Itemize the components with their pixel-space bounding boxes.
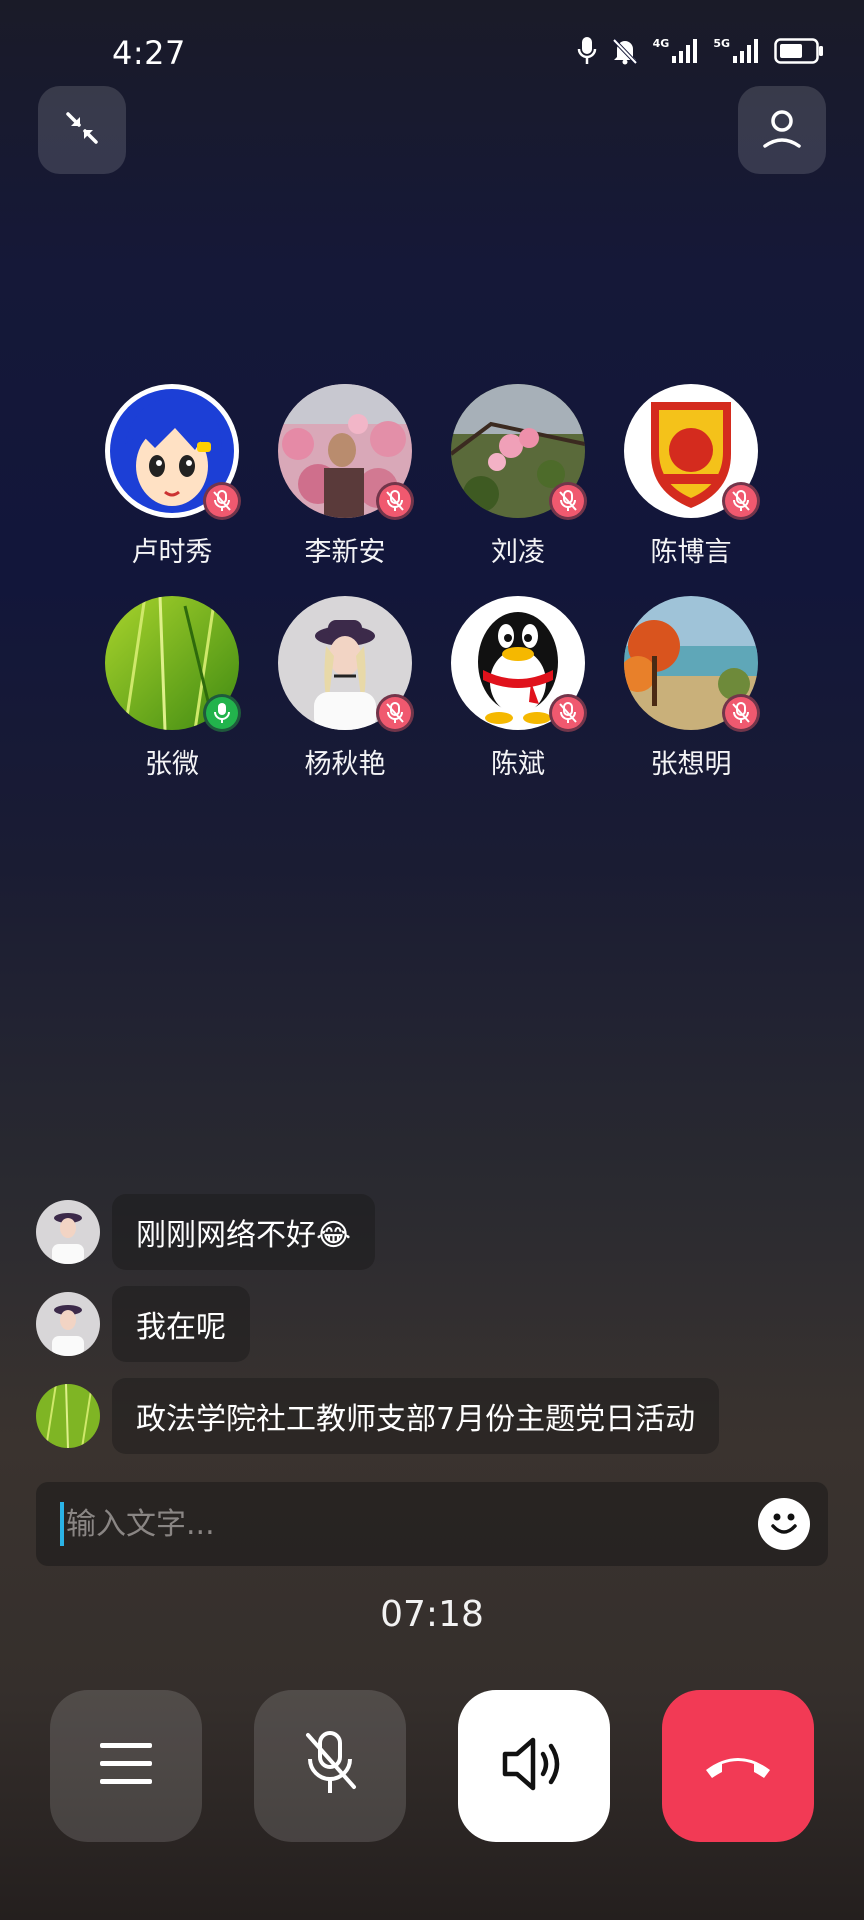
speaker-button[interactable] [458, 1690, 610, 1842]
signal-4g-icon: 4G [653, 38, 700, 64]
mic-active-badge [203, 694, 241, 732]
minimize-button[interactable] [38, 86, 126, 174]
menu-icon [96, 1739, 156, 1793]
chat-message: 我在呢 [36, 1286, 836, 1362]
participant-name: 张想明 [650, 749, 732, 780]
participant[interactable]: 陈博言 [623, 384, 760, 570]
status-time: 4:27 [112, 34, 186, 72]
chat-message: 政法学院社工教师支部7月份主题党日活动 [36, 1378, 836, 1454]
participant-grid: 卢时秀 李新安 刘凌 陈博言 张微 杨秋艳 陈斌 张想明 [104, 384, 766, 782]
chat-message: 刚刚网络不好😂 [36, 1194, 836, 1270]
avatar[interactable] [36, 1384, 100, 1448]
participant[interactable]: 李新安 [277, 384, 414, 570]
mic-muted-badge [722, 694, 760, 732]
chat-bubble: 刚刚网络不好😂 [112, 1194, 376, 1270]
message-input[interactable] [66, 1506, 706, 1542]
chat-messages: 刚刚网络不好😂 我在呢 政法学院社工教师支部7月份主题党日活动 [36, 1194, 836, 1470]
chat-bubble: 政法学院社工教师支部7月份主题党日活动 [112, 1378, 720, 1454]
mic-off-icon [300, 1729, 360, 1803]
signal-5g-icon: 5G [713, 38, 760, 64]
text-caret [60, 1502, 64, 1546]
participant[interactable]: 杨秋艳 [277, 596, 414, 782]
participant-name: 陈斌 [491, 749, 545, 780]
bell-off-icon [611, 37, 639, 65]
smiley-icon [758, 1496, 810, 1552]
participant-name: 卢时秀 [131, 537, 213, 568]
status-bar: 4:27 4G 5G [0, 0, 864, 105]
mic-muted-badge [549, 482, 587, 520]
participant[interactable]: 刘凌 [450, 384, 587, 570]
participant[interactable]: 卢时秀 [104, 384, 241, 570]
participant[interactable]: 张微 [104, 596, 241, 782]
battery-icon [774, 38, 824, 64]
participant-name: 张微 [145, 749, 199, 780]
chat-bubble: 我在呢 [112, 1286, 250, 1362]
speaker-icon [499, 1734, 569, 1798]
hang-up-icon [698, 1744, 778, 1788]
call-timer: 07:18 [380, 1594, 484, 1635]
call-controls [50, 1690, 814, 1842]
participant-name: 李新安 [304, 537, 386, 568]
participant[interactable]: 张想明 [623, 596, 760, 782]
avatar[interactable] [36, 1292, 100, 1356]
mic-muted-badge [376, 694, 414, 732]
mic-muted-badge [549, 694, 587, 732]
participant[interactable]: 陈斌 [450, 596, 587, 782]
menu-button[interactable] [50, 1690, 202, 1842]
emoji-button[interactable] [758, 1498, 810, 1550]
message-input-bar [36, 1482, 828, 1566]
avatar[interactable] [36, 1200, 100, 1264]
participant-name: 刘凌 [491, 537, 545, 568]
mute-button[interactable] [254, 1690, 406, 1842]
person-icon [760, 106, 804, 154]
status-icons: 4G 5G [577, 36, 824, 66]
hang-up-button[interactable] [662, 1690, 814, 1842]
mic-muted-badge [722, 482, 760, 520]
mic-icon [577, 36, 597, 66]
participant-name: 杨秋艳 [304, 749, 386, 780]
mic-muted-badge [203, 482, 241, 520]
mic-muted-badge [376, 482, 414, 520]
profile-button[interactable] [738, 86, 826, 174]
minimize-arrows-icon [62, 108, 102, 152]
participant-name: 陈博言 [650, 537, 732, 568]
